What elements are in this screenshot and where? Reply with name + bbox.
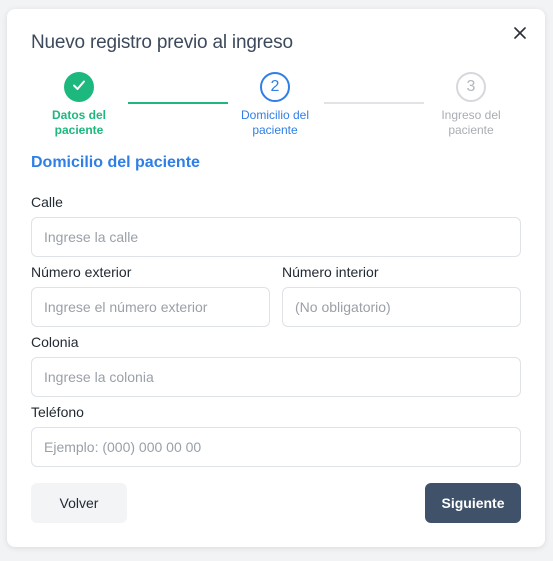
step-1-label: Datos del paciente [24,108,134,138]
step-3-label-line2: paciente [448,123,494,137]
step-2-label-line1: Domicilio del [240,108,310,122]
calle-input[interactable] [31,217,521,257]
back-button[interactable]: Volver [31,483,127,523]
colonia-input[interactable] [31,357,521,397]
step-3-label-line1: Ingreso del [441,108,501,122]
close-icon[interactable] [510,23,530,43]
step-2-label-line2: paciente [252,123,298,137]
modal-title: Nuevo registro previo al ingreso [31,32,293,53]
step-1-label-line2: paciente [54,123,104,137]
step-2-label: Domicilio del paciente [220,108,330,138]
numero-interior-label: Número interior [282,264,379,280]
step-1-completed [64,72,94,102]
next-button[interactable]: Siguiente [425,483,521,523]
section-title: Domicilio del paciente [31,154,200,171]
telefono-input[interactable] [31,427,521,467]
calle-label: Calle [31,194,63,210]
step-connector-1 [128,102,228,104]
step-3-number: 3 [466,78,476,95]
check-icon [71,77,87,98]
numero-interior-input[interactable] [282,287,521,327]
step-3-pending: 3 [456,72,486,102]
numero-exterior-label: Número exterior [31,264,132,280]
step-1-label-line1: Datos del [51,108,106,122]
step-2-active: 2 [260,72,290,102]
telefono-label: Teléfono [31,404,84,420]
numero-exterior-input[interactable] [31,287,270,327]
step-2-number: 2 [270,78,280,95]
registration-modal: Nuevo registro previo al ingreso 2 3 Dat… [7,9,545,547]
colonia-label: Colonia [31,334,79,350]
step-connector-2 [324,102,424,104]
step-3-label: Ingreso del paciente [416,108,526,138]
